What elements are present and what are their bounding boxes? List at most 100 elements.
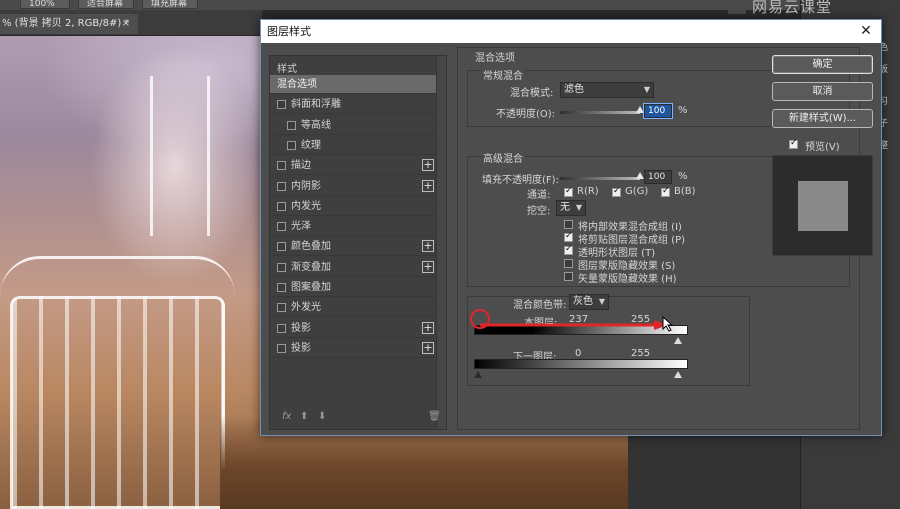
style-item-checkbox[interactable] <box>277 262 286 272</box>
style-item[interactable]: 斜面和浮雕 <box>270 95 436 115</box>
style-item-label: 内阴影 <box>291 180 321 192</box>
style-item[interactable]: 描边 + <box>270 156 436 176</box>
this-layer-white-slider[interactable] <box>674 337 682 344</box>
style-item-checkbox[interactable] <box>277 323 286 333</box>
dialog-titlebar[interactable]: 图层样式 ✕ <box>261 20 881 43</box>
blend-mode-dropdown[interactable]: 滤色 ▼ <box>560 82 654 98</box>
knockout-dropdown[interactable]: 无 ▼ <box>556 200 586 216</box>
fx-icon[interactable]: fx <box>282 411 291 422</box>
watermark: 网易云课堂 <box>728 0 900 18</box>
style-item-checkbox[interactable] <box>277 303 286 313</box>
fill-opacity-slider[interactable] <box>560 172 644 180</box>
style-item-checkbox[interactable] <box>277 222 286 232</box>
underlying-layer-gradient <box>474 359 688 369</box>
advanced-option-checkbox[interactable] <box>564 244 573 255</box>
channel-label: G(G) <box>625 186 649 197</box>
style-item-label: 图案叠加 <box>291 282 331 293</box>
style-item[interactable]: 渐变叠加 + <box>270 258 436 277</box>
preview-checkbox[interactable] <box>789 138 798 149</box>
section-title: 混合选项 <box>475 53 515 64</box>
style-item-checkbox[interactable] <box>277 161 286 171</box>
style-item[interactable]: 内阴影 + <box>270 177 436 196</box>
opacity-input[interactable]: 100 <box>643 103 673 119</box>
advanced-option-checkbox[interactable] <box>564 220 573 229</box>
fill-opacity-input[interactable]: 100 <box>644 170 672 184</box>
style-item-checkbox[interactable] <box>277 242 286 252</box>
style-item-label: 投影 <box>291 322 311 334</box>
style-item-checkbox[interactable] <box>277 343 286 353</box>
preview-toggle[interactable]: 预览(V) <box>789 138 879 153</box>
underlying-white-slider[interactable] <box>674 371 682 378</box>
add-effect-icon[interactable]: + <box>422 240 434 253</box>
blend-if-dropdown[interactable]: 灰色 ▼ <box>569 294 609 310</box>
channel-checkbox[interactable] <box>564 186 573 197</box>
opacity-slider[interactable] <box>560 106 644 114</box>
bottle-body-shape <box>10 296 225 509</box>
style-item-checkbox[interactable] <box>287 120 296 130</box>
style-item[interactable]: 纹理 <box>270 136 436 155</box>
fit-screen-button[interactable]: 适合屏幕 <box>78 0 134 9</box>
underlying-black-slider[interactable] <box>474 371 482 378</box>
style-item-label: 渐变叠加 <box>291 261 331 273</box>
style-item[interactable]: 等高线 <box>270 116 436 135</box>
new-style-button[interactable]: 新建样式(W)... <box>772 109 873 128</box>
move-up-icon[interactable]: ⬆ <box>300 411 308 422</box>
style-item[interactable]: 图案叠加 <box>270 278 436 297</box>
cancel-button[interactable]: 取消 <box>772 82 873 101</box>
style-list-header[interactable]: 样式 <box>277 60 297 75</box>
advanced-option-checkbox[interactable] <box>564 259 573 268</box>
style-item[interactable]: 投影 + <box>270 319 436 338</box>
channel-checkbox[interactable] <box>612 186 621 197</box>
opacity-unit: % <box>678 105 688 116</box>
panel-tab-adjust[interactable]: 整 <box>879 138 900 151</box>
style-item-label: 纹理 <box>301 139 321 151</box>
style-item-label: 外发光 <box>291 302 321 314</box>
panel-tab-learn[interactable]: 习 <box>879 94 900 107</box>
add-effect-icon[interactable]: + <box>422 179 434 192</box>
add-effect-icon[interactable]: + <box>422 159 434 172</box>
add-effect-icon[interactable]: + <box>422 321 434 334</box>
style-item[interactable]: 混合选项 <box>270 75 436 94</box>
blend-if-label: 混合颜色带: <box>513 300 567 311</box>
panel-tab-color[interactable]: 色 <box>879 40 900 53</box>
style-item[interactable]: 投影 + <box>270 339 436 358</box>
document-tab[interactable]: % (背景 拷贝 2, RGB/8#) * × <box>0 14 138 34</box>
style-item-checkbox[interactable] <box>277 283 286 292</box>
close-icon[interactable]: × <box>122 14 130 34</box>
fill-screen-button[interactable]: 填充屏幕 <box>142 0 198 9</box>
watermark-text: 网易云课堂 <box>752 0 833 16</box>
style-item[interactable]: 光泽 <box>270 217 436 237</box>
fill-opacity-slider-thumb[interactable] <box>636 172 644 179</box>
advanced-option-checkbox[interactable] <box>564 231 573 242</box>
style-list-scrollbar[interactable] <box>436 56 446 429</box>
style-item-checkbox[interactable] <box>287 140 296 150</box>
style-item[interactable]: 外发光 <box>270 298 436 318</box>
style-item-label: 描边 <box>291 160 311 172</box>
bottle-neck-shape <box>150 76 210 236</box>
style-list: 样式 混合选项 斜面和浮雕 等高线纹理描边 + 内阴影 + 内发光光泽 颜色叠加 + 渐变叠加 + 图… <box>269 55 447 430</box>
opacity-slider-thumb[interactable] <box>636 106 644 113</box>
trash-icon[interactable]: 🗑 <box>428 411 441 422</box>
channel-checkbox[interactable] <box>661 186 670 197</box>
style-list-footer: fx ⬆ ⬇ 🗑 <box>282 411 442 425</box>
advanced-option-checkbox[interactable] <box>564 272 573 281</box>
style-item-checkbox[interactable] <box>277 201 286 211</box>
panel-tab-brushes[interactable]: 子 <box>879 116 900 129</box>
zoom-100-button[interactable]: 100% <box>20 0 70 9</box>
style-item-label: 内发光 <box>291 200 321 212</box>
style-item-checkbox[interactable] <box>277 100 286 110</box>
add-effect-icon[interactable]: + <box>422 341 434 354</box>
style-item[interactable]: 内发光 <box>270 197 436 216</box>
panel-tab-swatches[interactable]: 板 <box>879 62 900 75</box>
close-icon[interactable]: ✕ <box>859 20 873 43</box>
knockout-value: 无 <box>560 202 570 213</box>
ok-button[interactable]: 确定 <box>772 55 873 74</box>
channel-label: R(R) <box>577 186 599 197</box>
style-item-checkbox[interactable] <box>277 181 286 191</box>
add-effect-icon[interactable]: + <box>422 260 434 273</box>
blend-mode-value: 滤色 <box>564 84 584 95</box>
style-item[interactable]: 颜色叠加 + <box>270 237 436 257</box>
move-down-icon[interactable]: ⬇ <box>318 411 326 422</box>
general-blending-title: 常规混合 <box>481 67 525 82</box>
underlying-high-value: 255 <box>631 348 651 359</box>
